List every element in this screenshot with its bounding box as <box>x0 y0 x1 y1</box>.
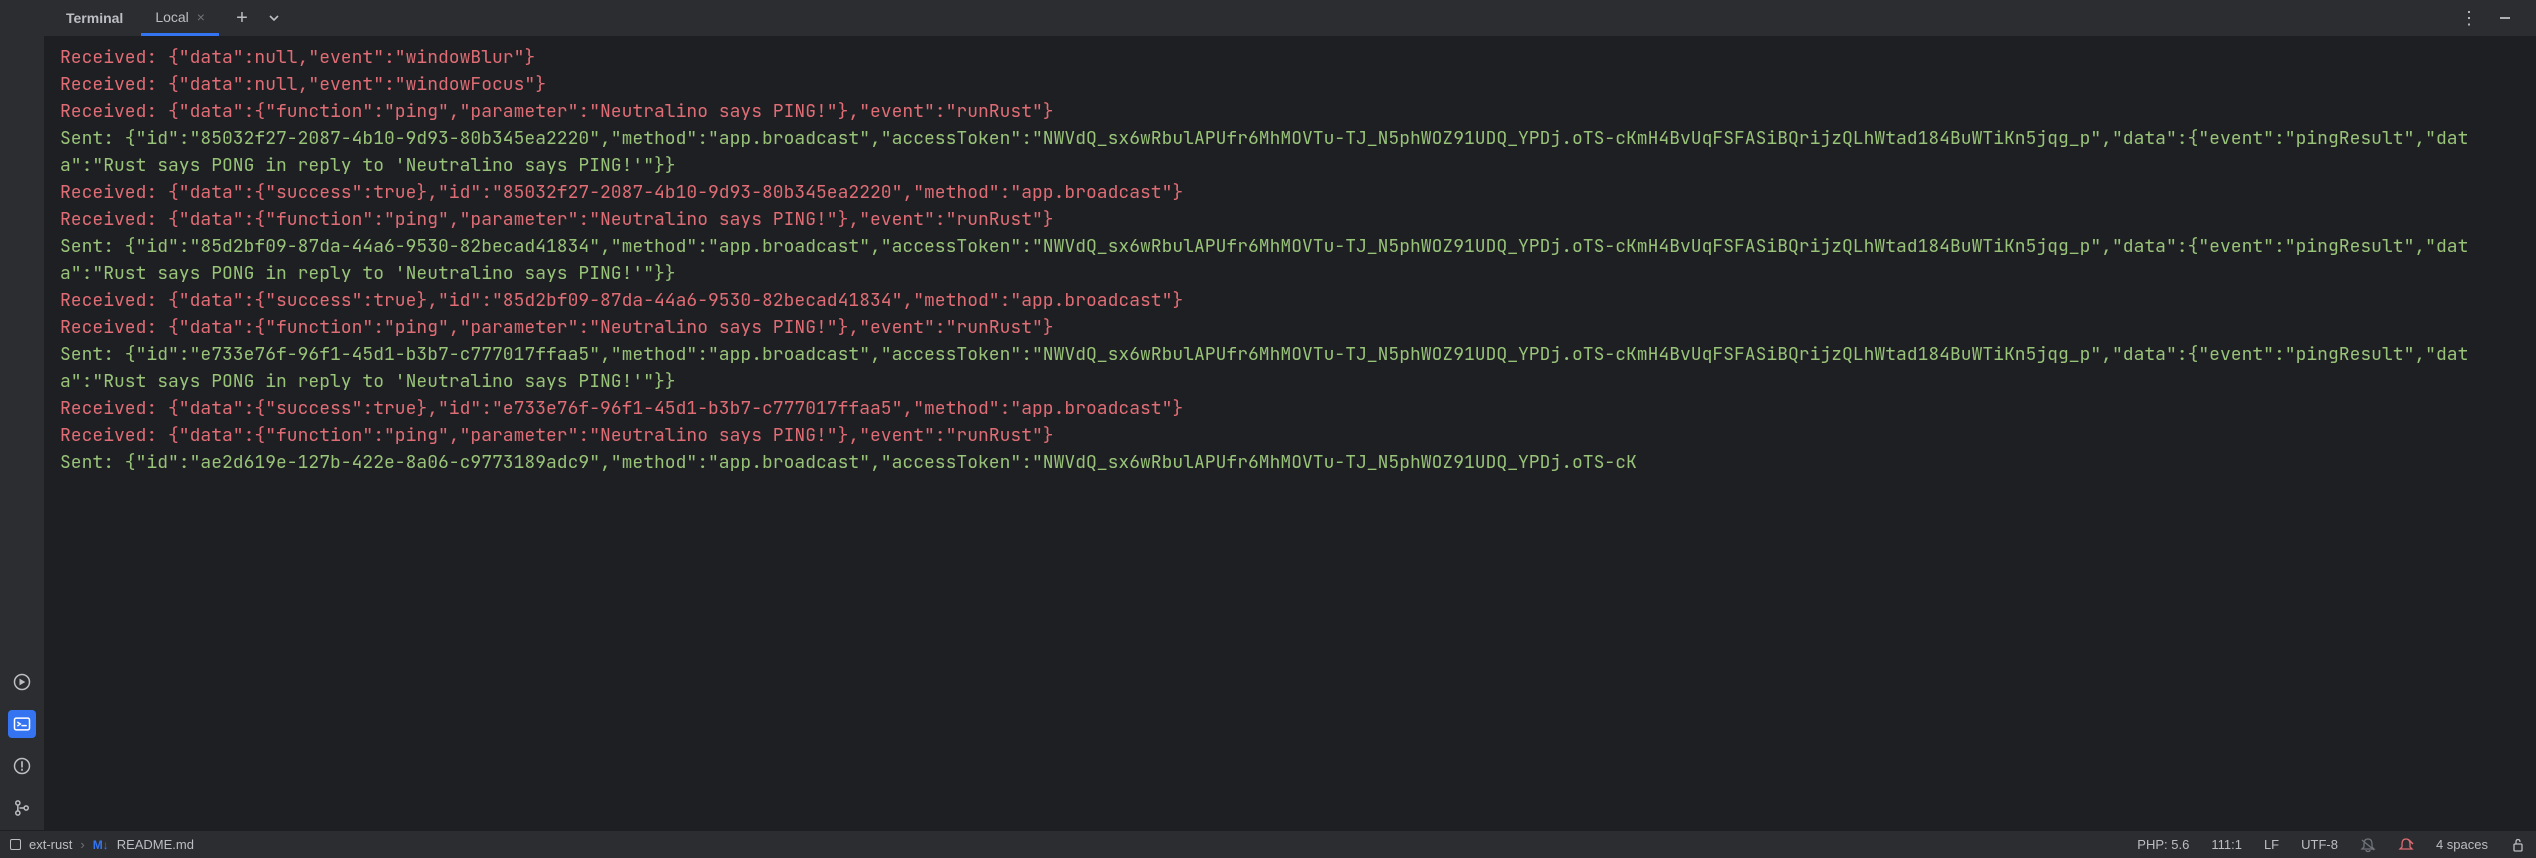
markdown-icon: M↓ <box>93 838 109 852</box>
status-bar: ext-rust › M↓ README.md PHP: 5.6 111:1 L… <box>0 830 2536 858</box>
problems-icon[interactable] <box>8 752 36 780</box>
chevron-right-icon: › <box>80 837 84 852</box>
close-icon[interactable]: × <box>197 9 205 25</box>
tab-label: Local <box>155 9 188 25</box>
status-inspection-icon[interactable] <box>2398 837 2414 853</box>
terminal-tab[interactable]: Terminal <box>52 0 137 36</box>
terminal-line: Sent: {"id":"85032f27-2087-4b10-9d93-80b… <box>60 125 2520 179</box>
tab-label: Terminal <box>66 10 123 26</box>
project-icon <box>10 839 21 850</box>
new-tab-icon[interactable]: + <box>233 9 251 27</box>
status-php[interactable]: PHP: 5.6 <box>2137 837 2189 852</box>
chevron-down-icon[interactable] <box>265 9 283 27</box>
terminal-output[interactable]: Received: {"data":null,"event":"windowBl… <box>44 36 2536 830</box>
terminal-line: Sent: {"id":"85d2bf09-87da-44a6-9530-82b… <box>60 233 2520 287</box>
tool-window-sidebar <box>0 0 44 830</box>
terminal-line: Received: {"data":{"function":"ping","pa… <box>60 422 2520 449</box>
breadcrumb[interactable]: ext-rust › M↓ README.md <box>10 837 194 852</box>
minimize-icon[interactable] <box>2496 9 2514 27</box>
more-options-icon[interactable]: ⋮ <box>2460 9 2478 27</box>
terminal-line: Received: {"data":null,"event":"windowFo… <box>60 71 2520 98</box>
terminal-line: Received: {"data":{"function":"ping","pa… <box>60 206 2520 233</box>
status-notifications-icon[interactable] <box>2360 837 2376 853</box>
terminal-tab-bar: Terminal Local × + ⋮ <box>44 0 2536 36</box>
terminal-line: Received: {"data":{"success":true},"id":… <box>60 395 2520 422</box>
breadcrumb-file: README.md <box>117 837 194 852</box>
terminal-line: Received: {"data":{"function":"ping","pa… <box>60 98 2520 125</box>
terminal-line: Received: {"data":null,"event":"windowBl… <box>60 44 2520 71</box>
terminal-line: Received: {"data":{"success":true},"id":… <box>60 287 2520 314</box>
status-line-ending[interactable]: LF <box>2264 837 2279 852</box>
status-indent[interactable]: 4 spaces <box>2436 837 2488 852</box>
terminal-line: Sent: {"id":"e733e76f-96f1-45d1-b3b7-c77… <box>60 341 2520 395</box>
local-tab[interactable]: Local × <box>141 0 219 36</box>
terminal-icon[interactable] <box>8 710 36 738</box>
breadcrumb-project: ext-rust <box>29 837 72 852</box>
terminal-line: Sent: {"id":"ae2d619e-127b-422e-8a06-c97… <box>60 449 2520 476</box>
status-cursor-position[interactable]: 111:1 <box>2211 837 2242 852</box>
services-icon[interactable] <box>8 668 36 696</box>
terminal-line: Received: {"data":{"success":true},"id":… <box>60 179 2520 206</box>
status-encoding[interactable]: UTF-8 <box>2301 837 2338 852</box>
terminal-line: Received: {"data":{"function":"ping","pa… <box>60 314 2520 341</box>
status-lock-icon[interactable] <box>2510 837 2526 853</box>
version-control-icon[interactable] <box>8 794 36 822</box>
